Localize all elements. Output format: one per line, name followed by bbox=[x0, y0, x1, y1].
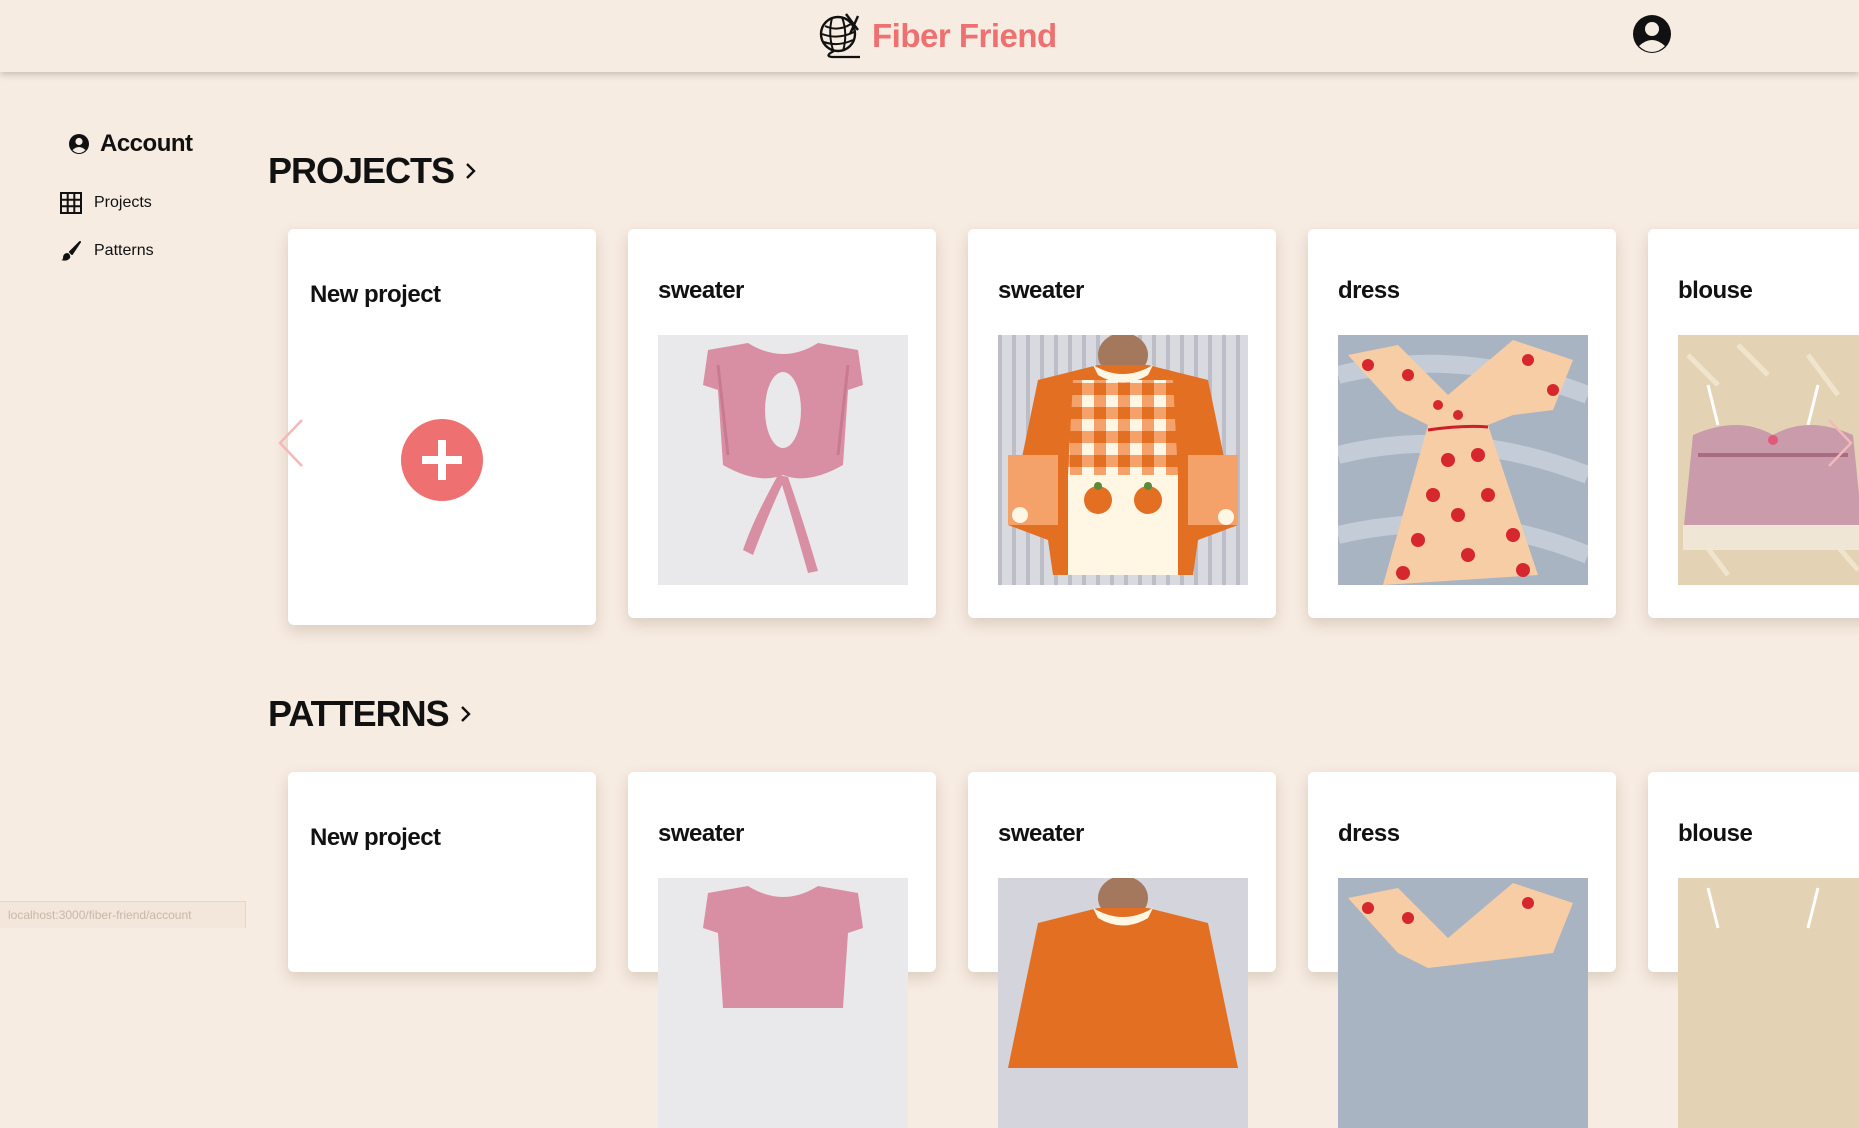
carousel-next-arrow[interactable] bbox=[1825, 418, 1855, 468]
project-thumbnail bbox=[1338, 335, 1588, 585]
pattern-thumbnail bbox=[658, 878, 908, 1128]
yarn-ball-icon bbox=[819, 13, 860, 59]
patterns-section-title[interactable]: PATTERNS bbox=[268, 693, 473, 735]
brush-icon bbox=[61, 241, 81, 261]
section-title-text: PROJECTS bbox=[268, 150, 455, 191]
card-title: sweater bbox=[998, 277, 1084, 304]
project-card[interactable]: dress bbox=[1308, 229, 1616, 618]
carousel-prev-arrow[interactable] bbox=[276, 418, 306, 468]
chevron-right-icon bbox=[460, 706, 471, 722]
add-project-button[interactable] bbox=[401, 419, 483, 501]
sidebar-item-projects[interactable]: Projects bbox=[60, 192, 250, 214]
card-title: dress bbox=[1338, 277, 1400, 304]
projects-section-title[interactable]: PROJECTS bbox=[268, 150, 478, 192]
sidebar-item-label: Patterns bbox=[94, 242, 154, 259]
card-title: New project bbox=[310, 281, 441, 308]
card-title: blouse bbox=[1678, 820, 1753, 847]
sidebar: Account Projects Patterns bbox=[60, 130, 250, 262]
card-title: blouse bbox=[1678, 277, 1753, 304]
pattern-card[interactable]: sweater bbox=[968, 772, 1276, 1128]
sidebar-item-label: Projects bbox=[94, 194, 152, 211]
sidebar-item-patterns[interactable]: Patterns bbox=[60, 240, 250, 262]
sidebar-nav: Projects Patterns bbox=[60, 192, 250, 262]
account-circle-icon bbox=[69, 134, 89, 154]
pattern-card[interactable]: blouse bbox=[1648, 772, 1859, 1128]
pattern-thumbnail bbox=[998, 878, 1248, 1128]
card-title: dress bbox=[1338, 820, 1400, 847]
pattern-thumbnail bbox=[1678, 878, 1859, 1128]
card-title: sweater bbox=[998, 820, 1084, 847]
new-project-card[interactable]: New project bbox=[288, 229, 596, 625]
pattern-card[interactable]: sweater bbox=[628, 772, 936, 1128]
grid-icon bbox=[60, 192, 82, 214]
plus-icon bbox=[422, 440, 462, 480]
card-title: sweater bbox=[658, 277, 744, 304]
brand-logo[interactable]: Fiber Friend bbox=[816, 12, 1057, 60]
top-bar: Fiber Friend bbox=[0, 0, 1859, 72]
project-thumbnail bbox=[658, 335, 908, 585]
project-card[interactable]: sweater bbox=[968, 229, 1276, 618]
card-title: New project bbox=[310, 824, 441, 851]
section-title-text: PATTERNS bbox=[268, 693, 450, 734]
pattern-thumbnail bbox=[1338, 878, 1588, 1128]
account-label: Account bbox=[100, 130, 193, 157]
project-card[interactable]: sweater bbox=[628, 229, 936, 618]
pattern-card[interactable]: dress bbox=[1308, 772, 1616, 1128]
brand-name: Fiber Friend bbox=[872, 17, 1057, 54]
project-thumbnail bbox=[998, 335, 1248, 585]
chevron-right-icon bbox=[466, 163, 476, 179]
profile-icon[interactable] bbox=[1632, 14, 1672, 54]
account-header[interactable]: Account bbox=[68, 130, 250, 158]
new-pattern-card[interactable]: New project bbox=[288, 772, 596, 972]
card-title: sweater bbox=[658, 820, 744, 847]
status-bar-url: localhost:3000/fiber-friend/account bbox=[0, 901, 246, 928]
